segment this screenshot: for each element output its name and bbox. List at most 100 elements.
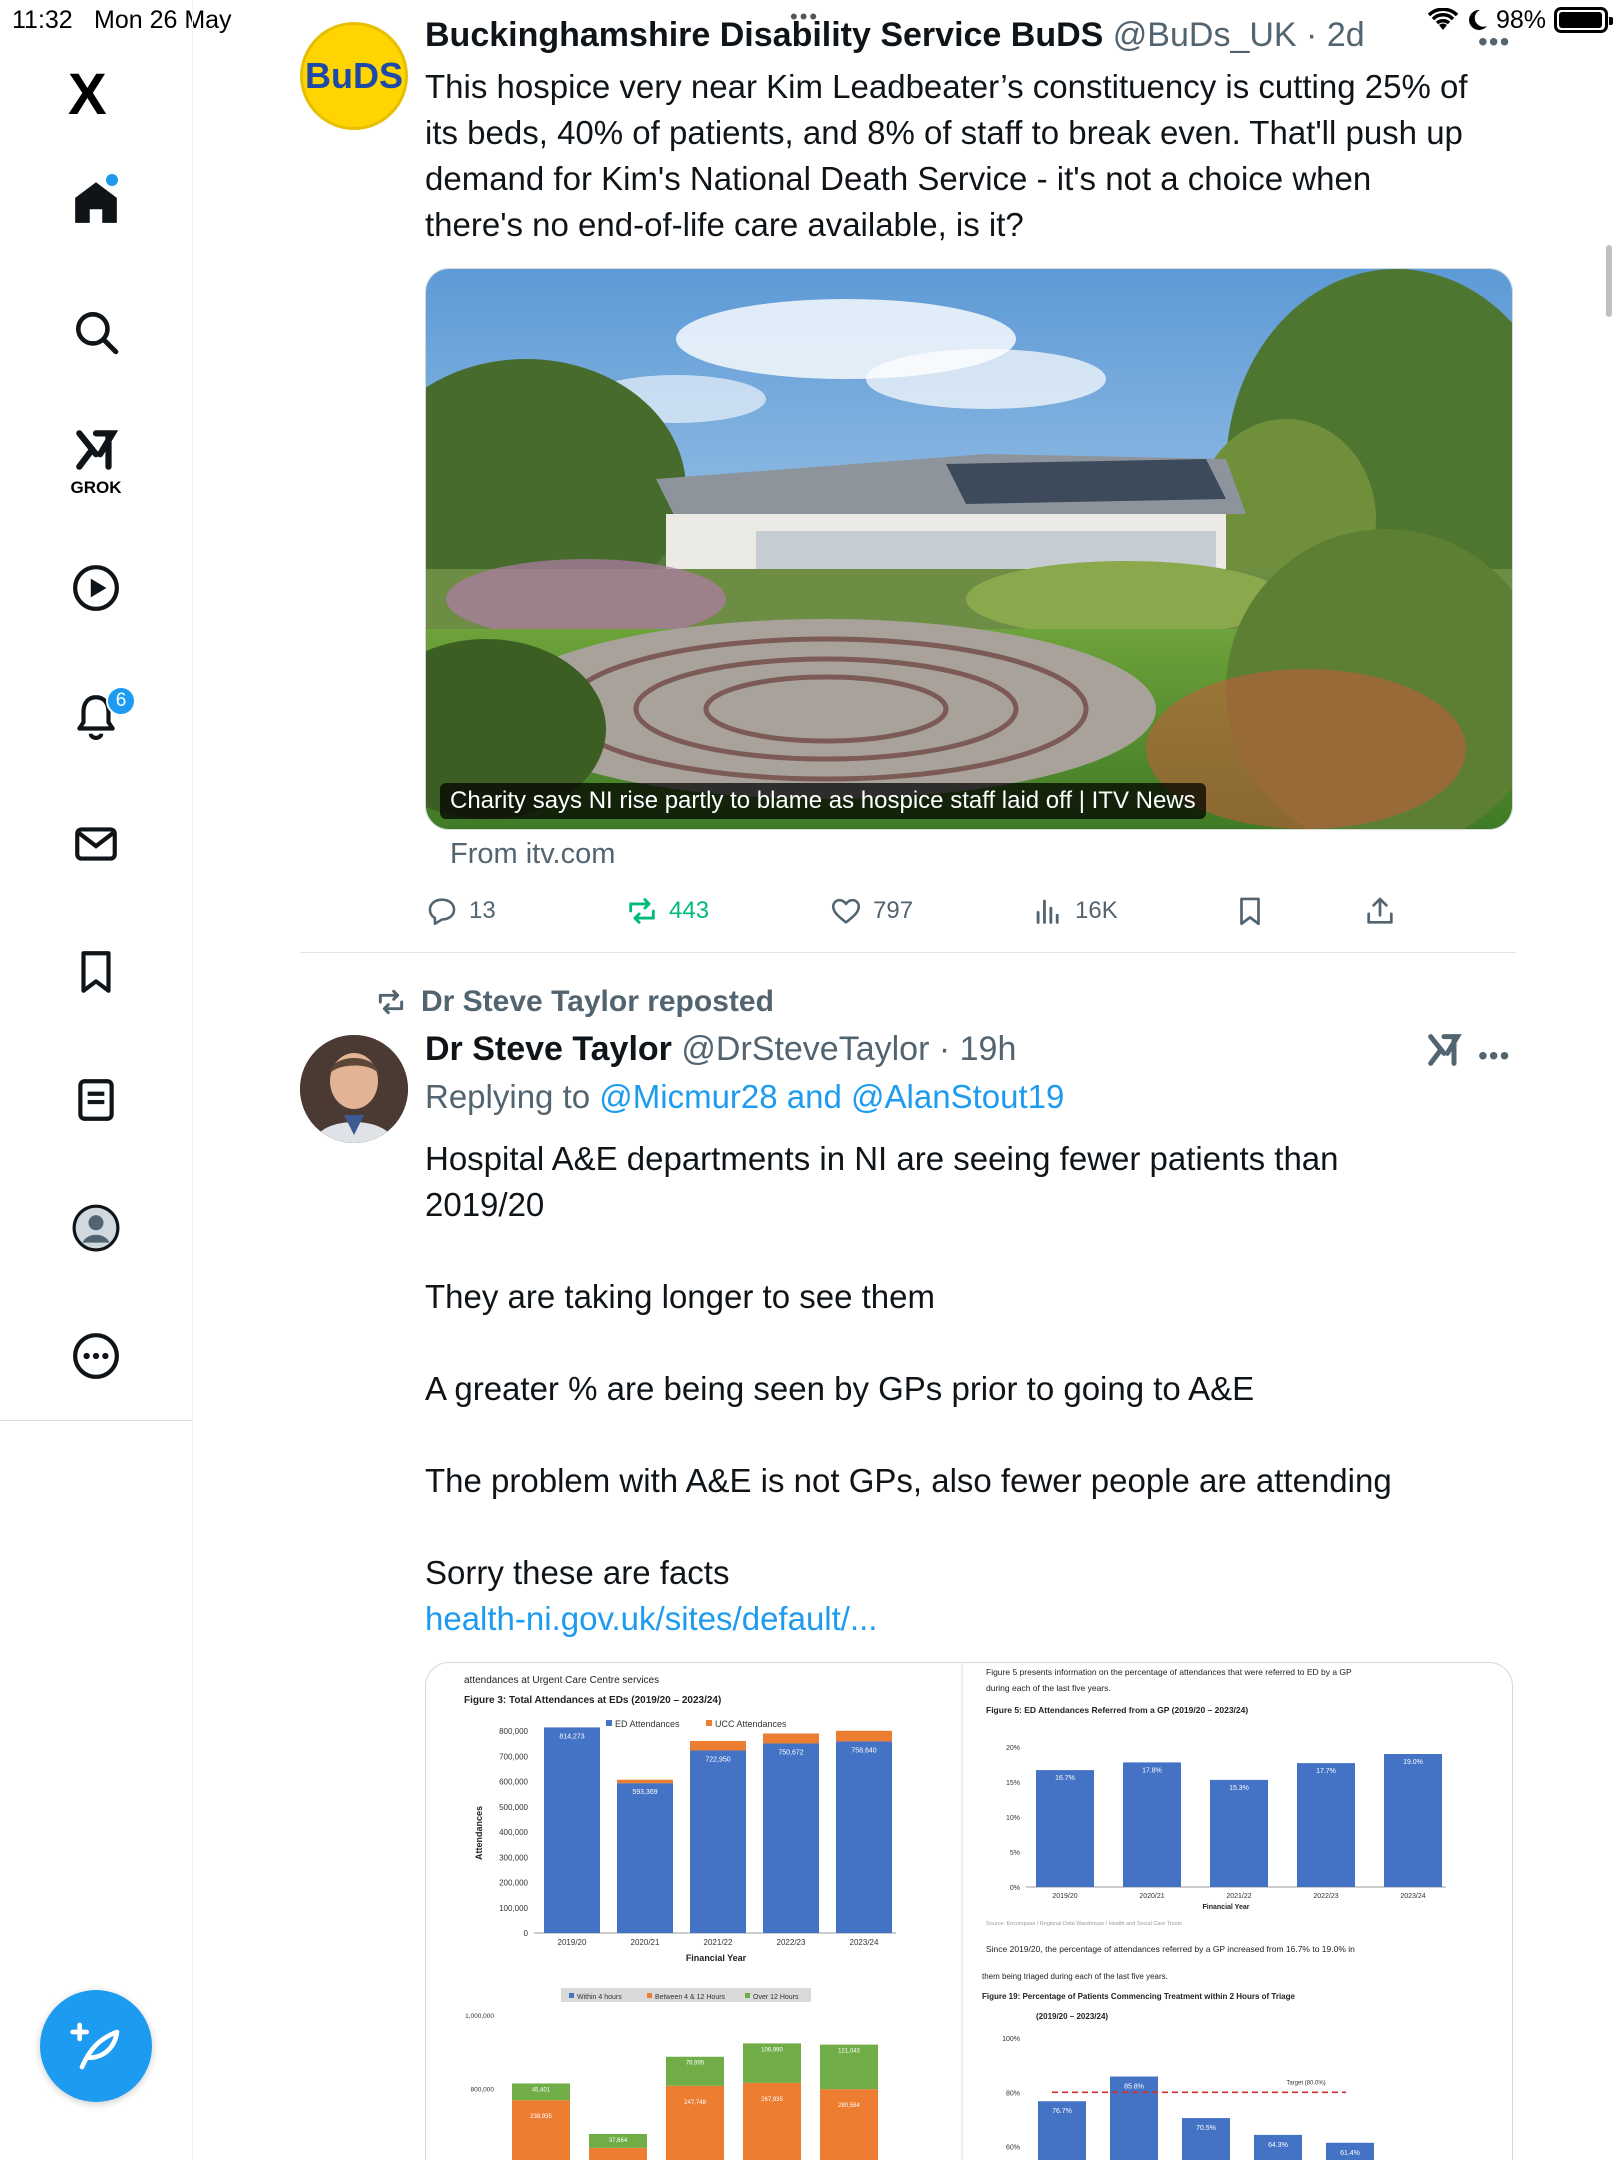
home-icon[interactable] — [60, 166, 132, 238]
sidebar-divider — [0, 1420, 193, 1421]
list-icon[interactable] — [60, 1064, 132, 1136]
fig3-legend-swatch — [706, 1720, 712, 1726]
mail-icon[interactable] — [60, 808, 132, 880]
x-logo[interactable]: X — [68, 66, 107, 124]
fig4-bar-between — [666, 2085, 724, 2160]
post-more-icon[interactable]: ••• — [1478, 26, 1510, 58]
fig5-value-label: 19.0% — [1403, 1759, 1423, 1766]
fig4-bar-between — [743, 2082, 801, 2160]
fig3-ytick: 600,000 — [499, 1778, 528, 1787]
fig19-intro-text: them being triaged during each of the la… — [982, 1972, 1168, 1981]
reply-icon — [428, 898, 456, 926]
author-name[interactable]: Dr Steve Taylor — [425, 1030, 672, 1068]
repost-count: 443 — [669, 897, 710, 924]
fig3-value-label: 750,672 — [778, 1749, 803, 1756]
avatar[interactable]: BuDS — [300, 22, 408, 130]
fig5-ytick: 20% — [1006, 1745, 1020, 1752]
fig5-bar — [1123, 1762, 1181, 1887]
wifi-icon — [1427, 8, 1458, 30]
post-text-line: Hospital A&E departments in NI are seein… — [425, 1140, 1339, 1177]
play-icon[interactable] — [60, 552, 132, 624]
author-handle[interactable]: @BuDs_UK — [1113, 16, 1297, 54]
fig3-ytick: 100,000 — [499, 1904, 528, 1913]
post-actions: 13 443 797 16K — [425, 894, 1525, 934]
fig3-bar — [617, 1779, 673, 1784]
author-name[interactable]: Buckinghamshire Disability Service BuDS — [425, 16, 1103, 54]
share-button[interactable] — [1363, 894, 1397, 928]
fig5-ytick: 15% — [1006, 1780, 1020, 1787]
feed-scrollbar[interactable] — [1606, 245, 1612, 317]
fig19-ytick: 80% — [1006, 2090, 1020, 2097]
fig3-value-label: 13,657 — [634, 1773, 656, 1780]
post-text-line: They are taking longer to see them — [425, 1278, 935, 1315]
link-card-caption: Charity says NI rise partly to blame as … — [440, 783, 1206, 819]
fig3-bar — [763, 1743, 819, 1933]
fig4-value-label: 247,748 — [684, 2100, 706, 2106]
fig5-value-label: 16.7% — [1055, 1775, 1075, 1782]
repost-indicator[interactable]: Dr Steve Taylor reposted — [375, 985, 774, 1019]
status-indicators: 98% — [1427, 4, 1613, 36]
grok-icon[interactable] — [60, 414, 132, 486]
fig3-ytick: 500,000 — [499, 1803, 528, 1812]
fig3-ytick: 0 — [524, 1929, 529, 1938]
sidebar: X GROK 6 — [0, 0, 193, 2160]
fig19-value-label: 70.5% — [1196, 2125, 1216, 2132]
post-more-icon[interactable]: ••• — [1478, 1040, 1510, 1072]
post-link[interactable]: health-ni.gov.uk/sites/default/... — [425, 1596, 1392, 1642]
fig5-xtick: 2021/22 — [1226, 1893, 1251, 1900]
fig4-value-label: 267,935 — [761, 2097, 783, 2103]
fig5-bar — [1384, 1754, 1442, 1887]
post-image-charts[interactable]: attendances at Urgent Care Centre servic… — [425, 1662, 1513, 2160]
fig3-bar — [690, 1740, 746, 1751]
avatar[interactable] — [300, 1035, 408, 1143]
fig5-xtick: 2019/20 — [1052, 1893, 1077, 1900]
fig5-intro-text: during each of the last five years. — [986, 1683, 1111, 1693]
home-unread-dot — [106, 174, 118, 186]
fig4-value-label: 106,990 — [761, 2047, 783, 2053]
like-button[interactable]: 797 — [829, 894, 913, 928]
link-source[interactable]: From itv.com — [450, 838, 615, 871]
reposted-by-label: Dr Steve Taylor reposted — [421, 985, 774, 1018]
fig3-value-label: 758,640 — [851, 1747, 876, 1754]
fig4-bar-between — [512, 2100, 570, 2160]
fig5-title: Figure 5: ED Attendances Referred from a… — [986, 1705, 1248, 1715]
profile-icon[interactable] — [60, 1192, 132, 1264]
replying-to-users[interactable]: @Micmur28 and @AlanStout19 — [599, 1078, 1064, 1115]
bookmark-button[interactable] — [1233, 894, 1267, 928]
fig3-intro-text: attendances at Urgent Care Centre servic… — [464, 1675, 659, 1686]
fig3-bar — [690, 1750, 746, 1933]
search-icon[interactable] — [60, 296, 132, 368]
fig3-xlabel: Financial Year — [686, 1953, 747, 1963]
fig5-xtick: 2023/24 — [1400, 1893, 1425, 1900]
reply-button[interactable]: 13 — [425, 894, 496, 928]
fig5-value-label: 15.3% — [1229, 1785, 1249, 1792]
fig3-value-label: 593,369 — [632, 1789, 657, 1796]
fig5-ytick: 10% — [1006, 1815, 1020, 1822]
views-button[interactable]: 16K — [1031, 894, 1118, 928]
hospice-photo — [426, 269, 1512, 829]
author-handle[interactable]: @DrSteveTaylor — [681, 1030, 929, 1068]
fig3-legend-label: UCC Attendances — [715, 1719, 787, 1729]
charts-image: attendances at Urgent Care Centre servic… — [464, 1663, 1446, 2160]
fig5-intro-text: Figure 5 presents information on the per… — [986, 1667, 1352, 1677]
fig19-ytick: 100% — [1002, 2036, 1020, 2043]
grok-explain-icon[interactable] — [1424, 1030, 1464, 1080]
repost-button[interactable]: 443 — [625, 894, 709, 928]
fig5-source: Source: Encompass / Regional Data Wareho… — [986, 1921, 1182, 1927]
more-icon[interactable] — [60, 1320, 132, 1392]
fig4-ytick: 800,000 — [471, 2087, 495, 2094]
post-text-line: This hospice very near Kim Leadbeater’s … — [425, 68, 1468, 105]
link-card-image[interactable]: Charity says NI rise partly to blame as … — [425, 268, 1513, 830]
fig3-bar — [763, 1733, 819, 1744]
post-text: This hospice very near Kim Leadbeater’s … — [425, 64, 1468, 248]
bookmark-icon[interactable] — [60, 936, 132, 1008]
fig4-legend-label: Between 4 & 12 Hours — [655, 1994, 726, 2001]
compose-feather-icon — [70, 2022, 120, 2070]
fig19-value-label: 64.3% — [1268, 2142, 1288, 2149]
repost-icon — [378, 989, 404, 1015]
fig5-after-text: Since 2019/20, the percentage of attenda… — [986, 1944, 1355, 1954]
compose-button[interactable] — [40, 1990, 152, 2102]
fig3-legend-swatch — [606, 1720, 612, 1726]
fig19-subtitle: (2019/20 – 2023/24) — [1036, 2012, 1108, 2021]
fig4-value-label: 45,401 — [532, 2087, 551, 2093]
